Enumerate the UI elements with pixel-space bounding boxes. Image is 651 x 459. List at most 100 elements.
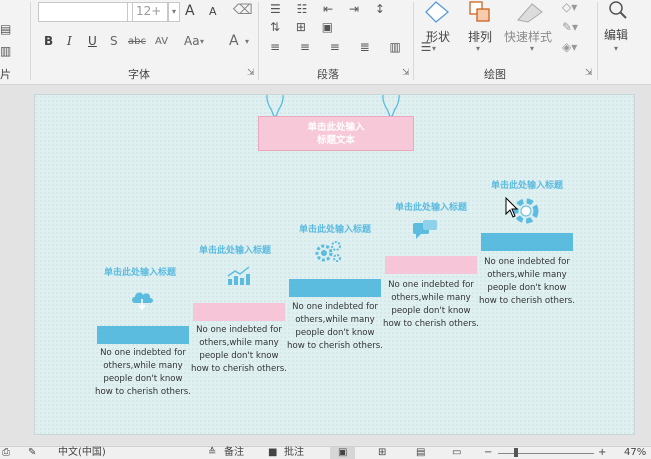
step-5-title[interactable]: 单击此处输入标题	[477, 178, 577, 191]
step-2-description[interactable]: No one indebted for others,while many pe…	[191, 324, 287, 376]
spell-check-icon[interactable]: ⎙	[2, 447, 10, 459]
quick-styles-icon[interactable]	[514, 0, 548, 24]
font-name-combo[interactable]	[38, 2, 128, 22]
change-case-button[interactable]: Aa	[184, 34, 200, 48]
quick-styles-dropdown-icon[interactable]: ▾	[530, 44, 534, 53]
shape-effects-icon[interactable]: ◈▾	[562, 40, 577, 54]
step-5-desc-line: No one indebted for	[484, 257, 570, 267]
arrange-dropdown-icon[interactable]: ▾	[476, 44, 480, 53]
chat-bubbles-icon	[413, 220, 437, 239]
step-3-desc-line: people don't know	[295, 328, 375, 338]
cloud-upload-icon	[132, 292, 153, 310]
step-3-description[interactable]: No one indebted for others,while many pe…	[287, 301, 383, 353]
editing-dropdown-icon[interactable]: ▾	[614, 44, 618, 53]
title-box[interactable]: 单击此处输入 标题文本	[258, 116, 414, 151]
step-1-description[interactable]: No one indebted for others,while many pe…	[95, 347, 191, 399]
step-4-desc-line: others,while many	[391, 293, 471, 303]
drawing-group-label: 绘图	[484, 68, 506, 81]
clipboard-group-label: 片	[0, 68, 11, 81]
zoom-out-button[interactable]: −	[484, 447, 492, 459]
step-4-description[interactable]: No one indebted for others,while many pe…	[383, 279, 479, 331]
ribbon: ▤ ▥ 片 ▾ 12+ ▾ A A ⌫ B I U S abc AV Aa ▾ …	[0, 0, 651, 85]
drawing-dialog-launcher-icon[interactable]: ⇲	[585, 68, 593, 78]
font-color-dropdown-icon[interactable]: ▾	[245, 37, 249, 46]
font-color-button[interactable]: A	[229, 33, 239, 49]
arrange-icon[interactable]	[468, 0, 494, 24]
underline-button[interactable]: U	[88, 34, 97, 48]
italic-button[interactable]: I	[67, 34, 72, 48]
step-1-desc-line: how to cherish others.	[95, 387, 191, 397]
shrink-font-button[interactable]: A	[209, 5, 217, 18]
bold-button[interactable]: B	[44, 34, 53, 48]
shapes-dropdown-icon[interactable]: ▾	[432, 44, 436, 53]
clear-format-icon[interactable]: ⌫	[233, 2, 253, 18]
step-3-bar	[289, 279, 381, 297]
shapes-button[interactable]: 形状	[426, 28, 450, 45]
title-line-2: 标题文本	[316, 135, 355, 146]
mouse-cursor-icon	[505, 197, 519, 218]
step-4-title[interactable]: 单击此处输入标题	[381, 200, 481, 213]
step-3-title[interactable]: 单击此处输入标题	[285, 222, 385, 235]
quick-styles-button[interactable]: 快速样式	[504, 28, 552, 45]
font-size-combo[interactable]: 12+	[132, 2, 168, 22]
reading-view-button[interactable]: ▤	[416, 447, 425, 459]
font-dialog-launcher-icon[interactable]: ⇲	[247, 68, 255, 78]
format-painter-icon[interactable]: ▥	[0, 44, 11, 58]
step-2-desc-line: others,while many	[199, 338, 279, 348]
growth-chart-icon	[227, 266, 250, 285]
comments-button[interactable]: 批注	[284, 447, 304, 459]
zoom-slider-thumb[interactable]	[514, 448, 518, 457]
editing-button[interactable]: 编辑	[604, 26, 628, 43]
step-2-desc-line: No one indebted for	[196, 325, 282, 335]
grow-font-button[interactable]: A	[185, 3, 195, 19]
step-3-desc-line: others,while many	[295, 315, 375, 325]
paragraph-dialog-launcher-icon[interactable]: ⇲	[402, 68, 410, 78]
slideshow-button[interactable]: ▭	[452, 447, 461, 459]
notes-button[interactable]: 备注	[224, 447, 244, 459]
text-direction-row[interactable]: ⇅ ⊞ ▣	[270, 20, 339, 34]
comments-icon: ■	[268, 447, 278, 458]
step-1-desc-line: others,while many	[103, 361, 183, 371]
shape-fill-icon[interactable]: ◇▾	[562, 0, 577, 14]
step-1-desc-line: people don't know	[103, 374, 183, 384]
editing-icon[interactable]	[606, 0, 632, 22]
char-spacing-button[interactable]: AV	[155, 36, 168, 47]
step-2-desc-line: how to cherish others.	[191, 364, 287, 374]
shape-outline-icon[interactable]: ✎▾	[562, 20, 578, 34]
step-5-desc-line: others,while many	[487, 270, 567, 280]
strikethrough-button[interactable]: abc	[128, 36, 146, 47]
step-4-desc-line: people don't know	[391, 306, 471, 316]
separator	[413, 2, 414, 80]
step-1-title[interactable]: 单击此处输入标题	[90, 265, 190, 278]
font-group-label: 字体	[128, 68, 150, 81]
step-1-bar	[97, 326, 189, 344]
step-4-desc-line: how to cherish others.	[383, 319, 479, 329]
slide-canvas[interactable]: 单击此处输入 标题文本 单击此处输入标题 No one indebted for…	[34, 94, 635, 435]
step-3-desc-line: how to cherish others.	[287, 341, 383, 351]
paste-icon[interactable]: ▤	[0, 22, 11, 36]
step-2-desc-line: people don't know	[199, 351, 279, 361]
arrange-button[interactable]: 排列	[468, 28, 492, 45]
step-5-desc-line: how to cherish others.	[479, 296, 575, 306]
slide-sorter-view-button[interactable]: ⊞	[378, 447, 386, 459]
normal-view-button[interactable]: ▣	[330, 447, 356, 459]
zoom-level[interactable]: 47%	[624, 447, 646, 459]
title-line-1: 单击此处输入	[307, 122, 365, 133]
separator	[30, 2, 31, 80]
zoom-slider[interactable]	[498, 453, 594, 454]
step-5-description[interactable]: No one indebted for others,while many pe…	[479, 256, 575, 308]
change-case-dropdown-icon[interactable]: ▾	[200, 37, 204, 46]
language-indicator[interactable]: 中文(中国)	[58, 447, 106, 459]
shadow-button[interactable]: S	[110, 34, 118, 48]
zoom-in-button[interactable]: +	[598, 447, 606, 459]
list-buttons-row[interactable]: ☰ ☷ ⇤ ⇥ ↕	[270, 2, 391, 16]
step-4-bar	[385, 256, 477, 274]
step-2-bar	[193, 303, 285, 321]
shapes-icon[interactable]	[424, 0, 450, 24]
notes-icon: ≙	[208, 447, 217, 458]
gears-icon	[315, 241, 341, 262]
step-1-desc-line: No one indebted for	[100, 348, 186, 358]
font-size-dropdown-icon[interactable]: ▾	[168, 2, 180, 22]
paragraph-group-label: 段落	[317, 68, 339, 81]
step-2-title[interactable]: 单击此处输入标题	[185, 243, 285, 256]
